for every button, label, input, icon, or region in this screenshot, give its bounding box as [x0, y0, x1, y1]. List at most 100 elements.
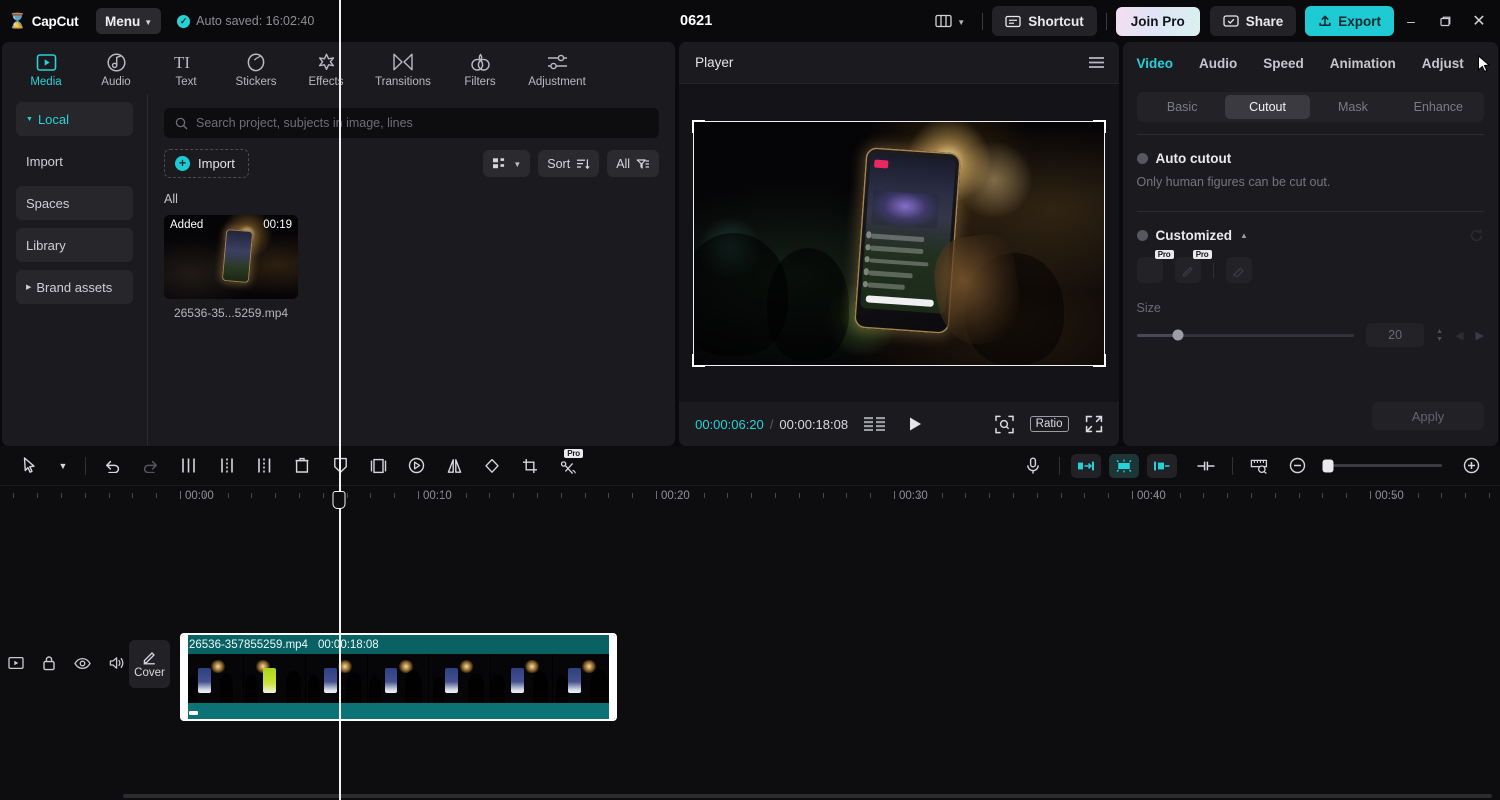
- tab-text[interactable]: TI Text: [152, 48, 220, 89]
- sidebar-item-brand-assets[interactable]: ▶ Brand assets: [16, 270, 133, 304]
- cover-button[interactable]: Cover: [129, 640, 170, 688]
- tab-adjustment[interactable]: Adjustment: [516, 48, 598, 88]
- tab-animation[interactable]: Animation: [1330, 56, 1396, 71]
- search-input[interactable]: Search project, subjects in image, lines: [164, 108, 660, 138]
- size-slider[interactable]: [1136, 329, 1355, 341]
- tab-transitions[interactable]: Transitions: [362, 48, 444, 88]
- tab-stickers[interactable]: Stickers: [222, 48, 290, 88]
- tab-adjust[interactable]: Adjust: [1422, 56, 1464, 71]
- zoom-in-icon[interactable]: [1452, 452, 1490, 480]
- minimize-button[interactable]: –: [1394, 0, 1428, 42]
- eye-icon[interactable]: [74, 657, 91, 670]
- redo-icon[interactable]: [131, 452, 169, 480]
- sidebar-item-library[interactable]: Library: [16, 228, 133, 262]
- microphone-icon[interactable]: [1014, 452, 1052, 480]
- frames-icon[interactable]: [864, 417, 886, 431]
- delete-icon[interactable]: [283, 452, 321, 480]
- export-button[interactable]: Export: [1305, 6, 1394, 36]
- prev-arrow-icon[interactable]: ◀: [1455, 329, 1463, 342]
- slider-knob[interactable]: [1172, 329, 1184, 341]
- selection-handle[interactable]: [1103, 119, 1106, 133]
- sort-button[interactable]: Sort: [538, 150, 600, 177]
- filter-button[interactable]: All: [607, 150, 660, 177]
- clip-trim-left-handle[interactable]: [182, 635, 188, 719]
- segment-enhance[interactable]: Enhance: [1396, 95, 1481, 119]
- menu-button[interactable]: Menu ▼: [96, 8, 162, 34]
- import-button[interactable]: + Import: [164, 149, 249, 178]
- next-arrow-icon[interactable]: ▶: [1476, 329, 1484, 342]
- tab-media[interactable]: Media: [12, 48, 80, 88]
- stepper-icon[interactable]: ▲ ▼: [1436, 328, 1443, 343]
- segment-mask[interactable]: Mask: [1310, 95, 1395, 119]
- play-icon[interactable]: [908, 416, 923, 432]
- fullscreen-icon[interactable]: [1085, 415, 1103, 433]
- media-item[interactable]: Added 00:19 26536-35...5259.mp4: [164, 215, 298, 320]
- ruler-icon[interactable]: [1240, 452, 1278, 480]
- hamburger-icon[interactable]: [1088, 56, 1105, 69]
- size-value-input[interactable]: 20: [1366, 323, 1425, 347]
- crop-icon[interactable]: [511, 452, 549, 480]
- selection-handle[interactable]: [691, 353, 694, 367]
- layout-button[interactable]: ▼: [927, 7, 973, 35]
- eraser-tool[interactable]: [1225, 257, 1252, 283]
- zoom-fit-icon[interactable]: [994, 415, 1014, 434]
- segment-cutout[interactable]: Cutout: [1224, 95, 1311, 119]
- volume-icon[interactable]: [109, 656, 125, 670]
- auto-cutout-radio[interactable]: [1136, 153, 1148, 164]
- apply-button[interactable]: Apply: [1372, 402, 1484, 430]
- sidebar-item-import[interactable]: Import: [16, 144, 133, 178]
- trim-left-icon[interactable]: [207, 452, 245, 480]
- share-button[interactable]: Share: [1209, 6, 1297, 36]
- link-icon[interactable]: [1187, 452, 1225, 480]
- lock-icon[interactable]: [42, 655, 56, 671]
- timeline-horizontal-scrollbar[interactable]: [123, 794, 1492, 798]
- timeline-ruler[interactable]: 00:00 00:10 00:20 00:30 00:40 00:50: [0, 486, 1500, 512]
- auto-cutout-row[interactable]: Auto cutout: [1136, 151, 1485, 166]
- shortcut-button[interactable]: Shortcut: [992, 6, 1097, 36]
- view-mode-button[interactable]: ▼: [483, 150, 531, 177]
- undo-icon[interactable]: [93, 452, 131, 480]
- join-pro-button[interactable]: Join Pro: [1115, 6, 1200, 36]
- tab-video[interactable]: Video: [1137, 56, 1174, 71]
- ratio-button[interactable]: Ratio: [1029, 416, 1069, 432]
- mirror-icon[interactable]: [435, 452, 473, 480]
- select-tool-icon[interactable]: [10, 452, 48, 480]
- speed-icon[interactable]: [397, 452, 435, 480]
- chevron-down-icon[interactable]: ▼: [48, 452, 78, 480]
- quick-brush-tool[interactable]: Pro: [1136, 250, 1174, 283]
- tab-effects[interactable]: Effects: [292, 48, 360, 88]
- timeline-clip[interactable]: 26536-357855259.mp4 00:00:18:08: [180, 633, 617, 721]
- clip-keyframe-marker[interactable]: [189, 711, 198, 715]
- track-toggle-icon[interactable]: [8, 656, 24, 670]
- playhead-handle[interactable]: [332, 491, 346, 509]
- zoom-slider-knob[interactable]: [1322, 459, 1334, 472]
- clip-trim-right-handle[interactable]: [609, 635, 615, 719]
- rotate-icon[interactable]: [473, 452, 511, 480]
- snap-right-icon[interactable]: [1147, 453, 1177, 478]
- tab-speed[interactable]: Speed: [1263, 56, 1304, 71]
- sidebar-item-spaces[interactable]: Spaces: [16, 186, 133, 220]
- tab-audio[interactable]: Audio: [1199, 56, 1237, 71]
- split-icon[interactable]: [169, 452, 207, 480]
- magnet-icon[interactable]: [1109, 453, 1139, 478]
- customized-radio[interactable]: [1136, 230, 1148, 241]
- close-button[interactable]: ✕: [1462, 0, 1496, 42]
- zoom-out-icon[interactable]: [1278, 452, 1316, 480]
- auto-cut-pro-icon[interactable]: Pro: [549, 448, 587, 480]
- segment-basic[interactable]: Basic: [1140, 95, 1225, 119]
- trim-right-icon[interactable]: [245, 452, 283, 480]
- chevron-up-icon[interactable]: ▲: [1240, 231, 1248, 240]
- selection-handle[interactable]: [1103, 353, 1106, 367]
- reset-icon[interactable]: [1469, 228, 1484, 243]
- maximize-button[interactable]: [1428, 0, 1462, 42]
- video-canvas[interactable]: [691, 119, 1106, 367]
- tab-filters[interactable]: Filters: [446, 48, 514, 88]
- zoom-slider[interactable]: [1322, 459, 1442, 472]
- sidebar-item-local[interactable]: ▼ Local: [16, 102, 133, 136]
- tab-audio[interactable]: Audio: [82, 48, 150, 88]
- selection-handle[interactable]: [691, 119, 694, 133]
- smart-brush-tool[interactable]: Pro: [1174, 250, 1212, 283]
- snap-left-icon[interactable]: [1071, 453, 1101, 478]
- customized-row[interactable]: Customized ▲: [1136, 228, 1485, 243]
- freeze-icon[interactable]: [359, 452, 397, 480]
